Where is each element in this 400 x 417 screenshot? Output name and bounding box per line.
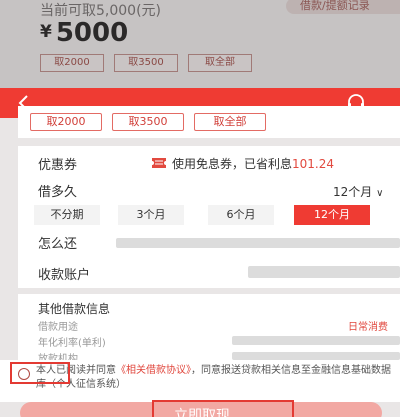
repay-label: 怎么还 bbox=[38, 237, 78, 252]
account-redacted[interactable] bbox=[248, 266, 400, 278]
background-page: 当前可取5,000(元) 借款/提额记录 ¥5000 取2000 取3500 取… bbox=[0, 0, 400, 90]
chevron-down-icon: ∨ bbox=[376, 188, 384, 199]
take-all-button[interactable]: 取全部 bbox=[194, 113, 266, 131]
loan-agreement-link[interactable]: 《相关借款协议》 bbox=[116, 365, 191, 376]
currency-symbol: ¥ bbox=[40, 22, 52, 42]
coupon-label: 优惠券 bbox=[38, 158, 78, 173]
bg-take-all-button[interactable]: 取全部 bbox=[188, 54, 252, 72]
lender-redacted bbox=[232, 352, 400, 360]
agreement-text: 本人已阅读并同意《相关借款协议》，同意报送贷款相关信息至金融信息基础数据库（个人… bbox=[36, 364, 394, 392]
term-dropdown[interactable]: 12个月 ∨ bbox=[333, 183, 383, 200]
highlight-submit-button bbox=[152, 400, 294, 417]
account-label: 收款账户 bbox=[38, 268, 91, 283]
amount-value: 5000 bbox=[55, 18, 129, 48]
coupon-selector[interactable]: 使用免息券，已省利息101.24 bbox=[172, 155, 334, 172]
term-option-6m[interactable]: 6个月 bbox=[208, 205, 274, 225]
highlight-agreement-checkbox bbox=[10, 362, 70, 384]
term-option-3m[interactable]: 3个月 bbox=[118, 205, 184, 225]
term-selected-value: 12个月 bbox=[333, 185, 373, 199]
bg-take-2000-button[interactable]: 取2000 bbox=[40, 54, 104, 72]
rate-redacted bbox=[232, 336, 400, 345]
take-2000-button[interactable]: 取2000 bbox=[30, 113, 102, 131]
purpose-label: 借款用途 bbox=[38, 322, 78, 333]
background-amount-buttons: 取2000 取3500 取全部 bbox=[40, 54, 252, 72]
rate-label: 年化利率(单利) bbox=[38, 338, 106, 349]
available-amount-text: 当前可取5,000(元) bbox=[40, 3, 162, 19]
term-label: 借多久 bbox=[38, 185, 78, 200]
bg-take-3500-button[interactable]: 取3500 bbox=[114, 54, 178, 72]
coupon-description: 使用免息券，已省利息 bbox=[172, 157, 293, 171]
saved-interest-amount: 101.24 bbox=[292, 157, 335, 171]
purpose-value: 日常消费 bbox=[348, 322, 388, 333]
take-3500-button[interactable]: 取3500 bbox=[112, 113, 184, 131]
term-option-none[interactable]: 不分期 bbox=[34, 205, 100, 225]
amount-chips: 取2000 取3500 取全部 bbox=[30, 113, 266, 131]
amount-display: ¥5000 bbox=[40, 18, 128, 48]
term-option-12m[interactable]: 12个月 bbox=[294, 205, 370, 225]
repay-plan-redacted[interactable] bbox=[116, 238, 400, 248]
coupon-ticket-icon bbox=[152, 158, 166, 168]
other-info-title: 其他借款信息 bbox=[38, 302, 111, 316]
records-link[interactable]: 借款/提额记录 bbox=[286, 0, 400, 14]
